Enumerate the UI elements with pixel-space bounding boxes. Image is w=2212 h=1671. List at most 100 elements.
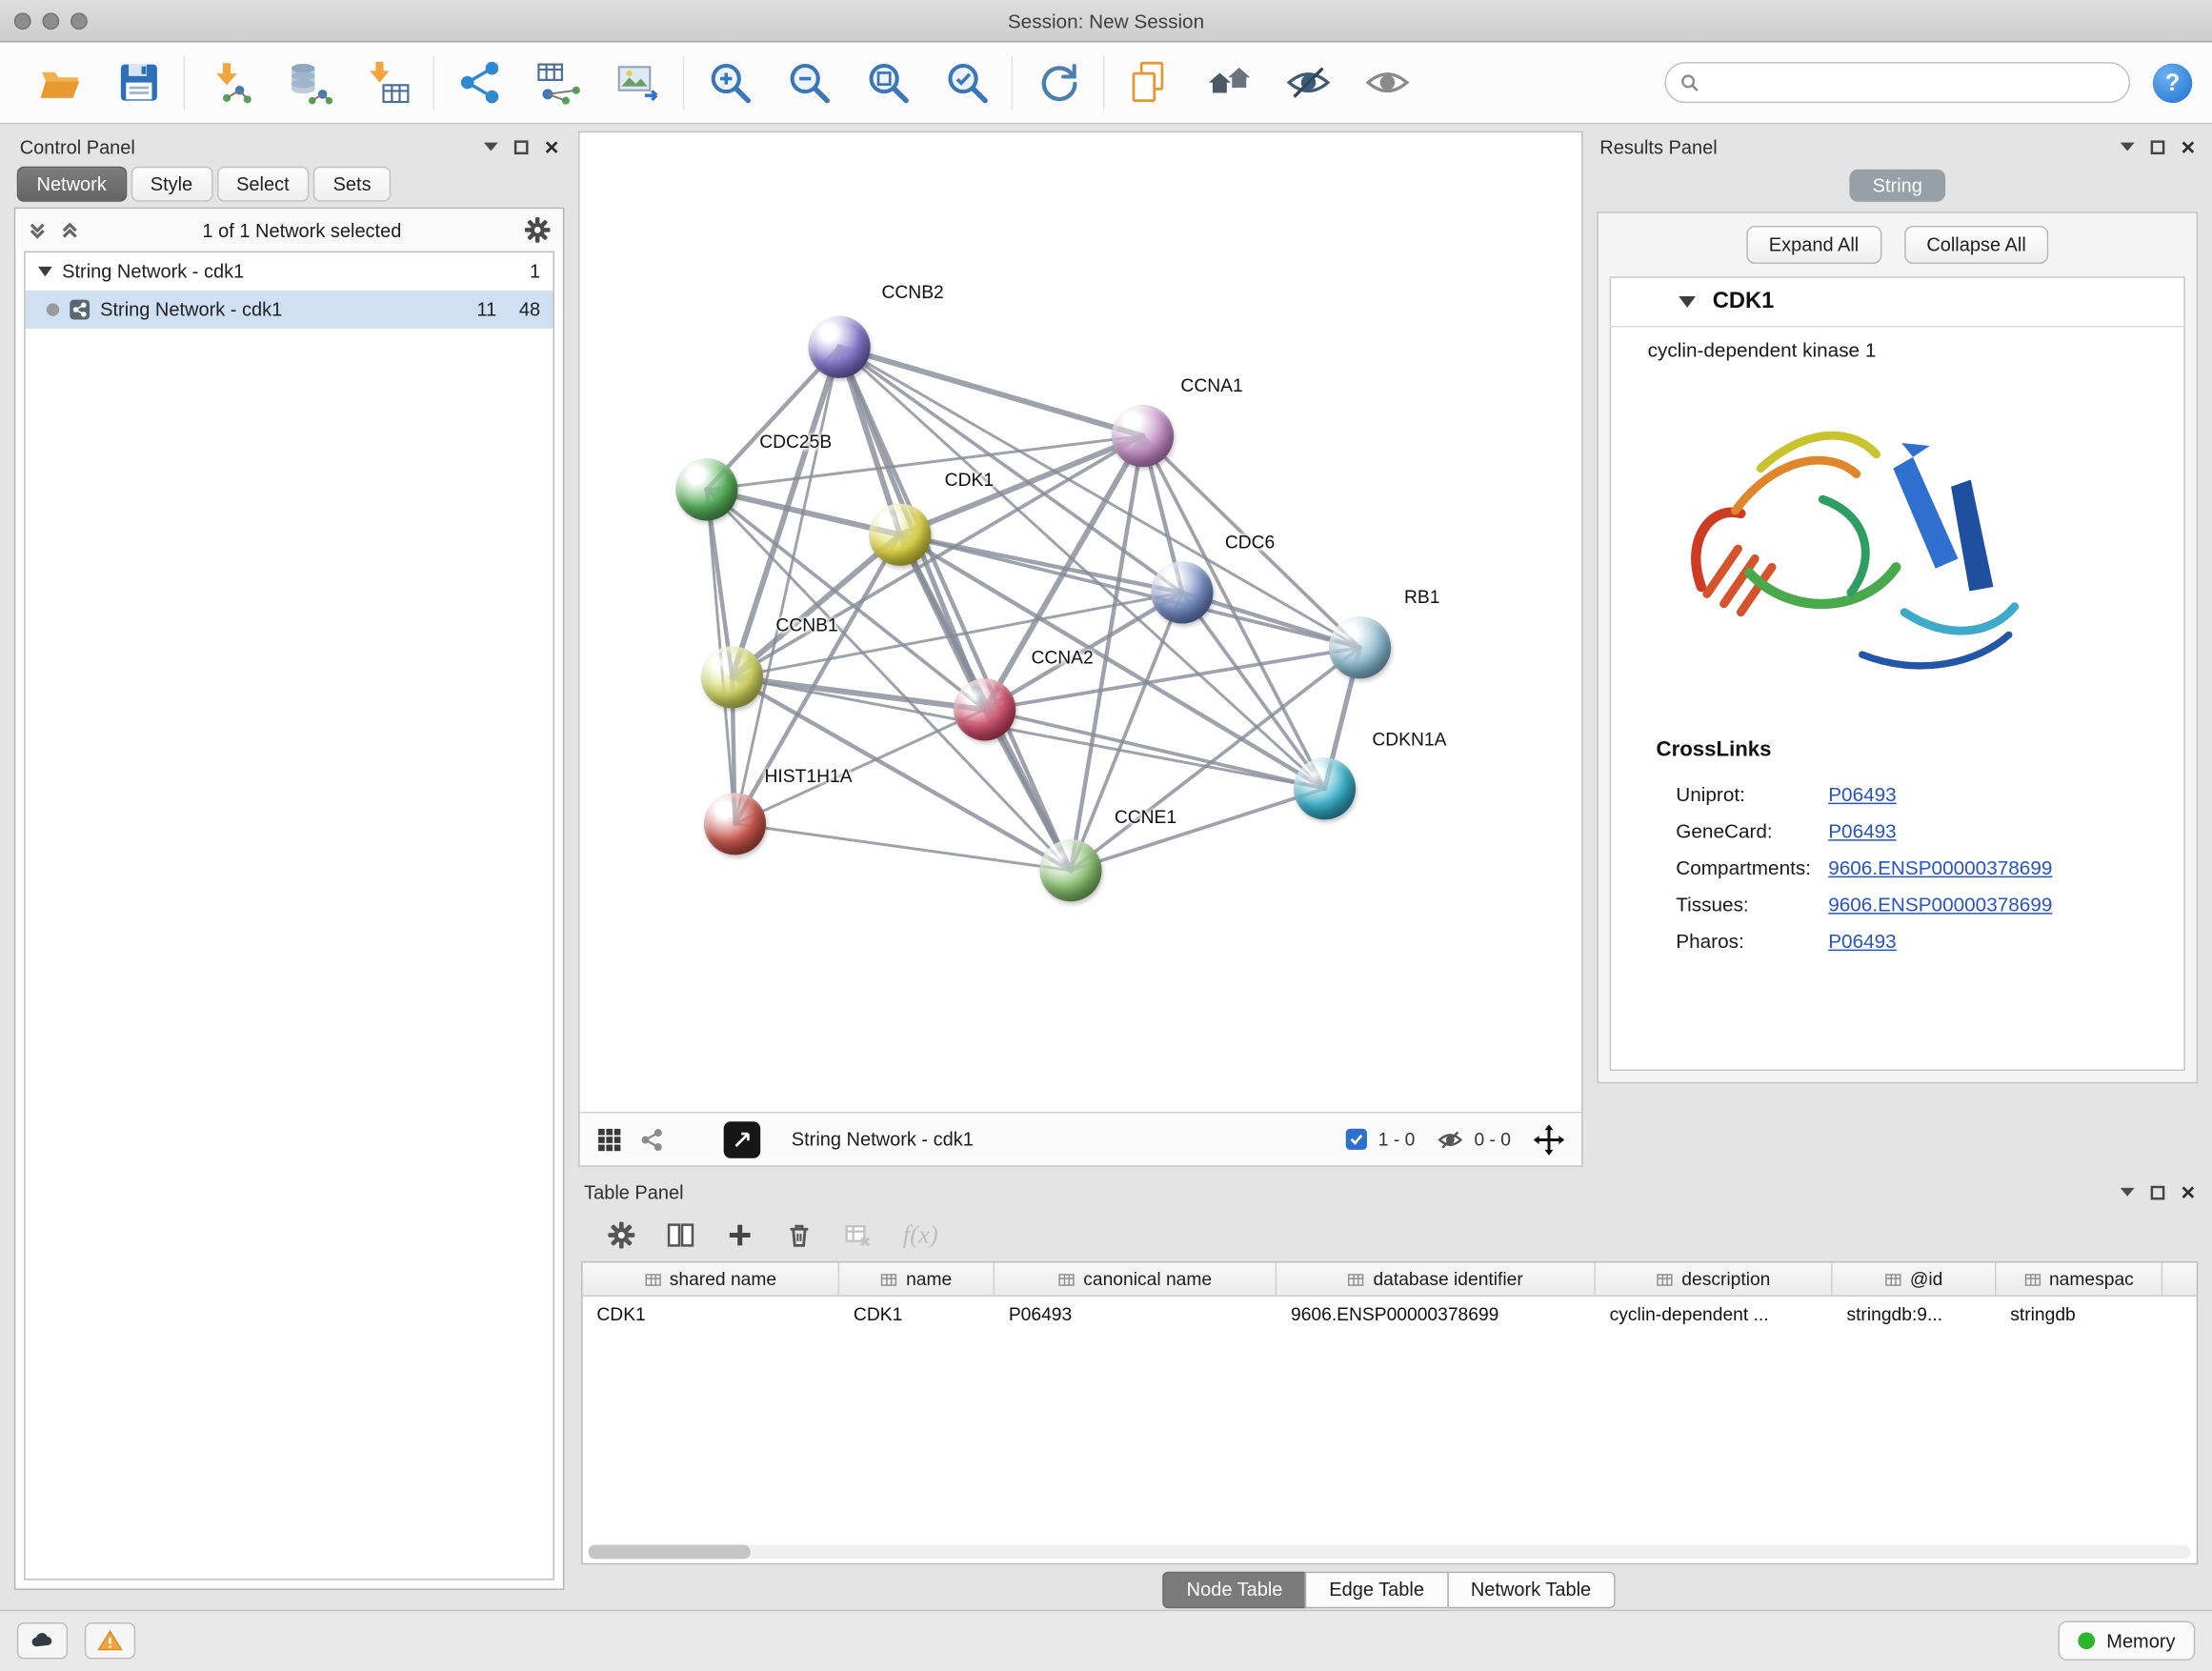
node-CCNB1[interactable] (701, 646, 763, 708)
network-collection-row[interactable]: String Network - cdk1 1 (26, 252, 553, 291)
collapse-all-tree-icon[interactable] (27, 219, 48, 240)
node-CDKN1A[interactable] (1294, 757, 1356, 819)
table-cell: P06493 (995, 1303, 1277, 1324)
crosslink-link[interactable]: P06493 (1828, 819, 1896, 842)
create-column-icon[interactable] (725, 1219, 754, 1249)
results-panel-header: Results Panel × (1594, 131, 2201, 163)
network-options-gear-icon[interactable] (523, 216, 552, 245)
node-HIST1H1A[interactable] (704, 793, 766, 855)
selected-nodes-icon[interactable] (1346, 1129, 1367, 1150)
panel-menu-icon[interactable] (484, 143, 498, 151)
node-CCNA1[interactable] (1112, 405, 1174, 467)
collapse-section-icon[interactable] (1679, 296, 1696, 308)
node-CDC25B[interactable] (675, 458, 737, 520)
table-options-gear-icon[interactable] (607, 1219, 636, 1249)
column-header-shared-name[interactable]: shared name (583, 1262, 840, 1295)
panel-menu-icon[interactable] (2121, 1188, 2135, 1197)
crosslink-link[interactable]: 9606.ENSP00000378699 (1828, 893, 2052, 916)
close-panel-icon[interactable]: × (2182, 1180, 2196, 1204)
column-header-canonical-name[interactable]: canonical name (995, 1262, 1277, 1295)
network-canvas[interactable]: CCNB2CCNA1CDC25BCDK1CDC6RB1CCNB1CCNA2CDK… (580, 132, 1581, 1112)
delete-column-icon[interactable] (784, 1219, 814, 1249)
network-view-mode-icon[interactable] (639, 1126, 665, 1152)
panel-menu-icon[interactable] (2121, 143, 2135, 151)
close-panel-icon[interactable]: × (545, 134, 559, 158)
zoom-fit-icon[interactable] (860, 55, 914, 109)
tab-network-table[interactable]: Network Table (1447, 1571, 1616, 1608)
collection-expand-icon[interactable] (38, 267, 52, 276)
show-all-icon[interactable] (1360, 55, 1414, 109)
import-network-database-icon[interactable] (282, 55, 335, 109)
column-header-namespac[interactable]: namespac (1996, 1262, 2162, 1295)
memory-button[interactable]: Memory (2059, 1621, 2195, 1661)
zoom-out-icon[interactable] (781, 55, 835, 109)
save-session-icon[interactable] (111, 55, 165, 109)
grid-view-icon[interactable] (596, 1126, 622, 1152)
network-from-table-icon[interactable] (532, 55, 585, 109)
expand-all-tree-icon[interactable] (59, 219, 80, 240)
float-panel-icon[interactable] (2150, 1184, 2165, 1199)
network-view: CCNB2CCNA1CDC25BCDK1CDC6RB1CCNB1CCNA2CDK… (578, 131, 1582, 1167)
cloud-status-icon[interactable] (17, 1622, 68, 1660)
float-panel-icon[interactable] (513, 139, 529, 154)
search-input[interactable] (1664, 62, 2130, 103)
help-icon[interactable]: ? (2153, 63, 2192, 102)
node-CCNE1[interactable] (1039, 839, 1101, 901)
export-image-icon[interactable] (611, 55, 664, 109)
main-toolbar: ? (0, 42, 2212, 124)
tab-select[interactable]: Select (216, 167, 309, 202)
crosslink-row: Compartments:9606.ENSP00000378699 (1657, 849, 2164, 886)
first-neighbors-icon[interactable] (1202, 55, 1256, 109)
node-CDC6[interactable] (1151, 561, 1213, 623)
zoom-in-icon[interactable] (702, 55, 755, 109)
tab-network[interactable]: Network (17, 167, 127, 202)
warning-icon[interactable] (85, 1622, 135, 1660)
network-row-selected[interactable]: String Network - cdk1 11 48 (26, 291, 553, 329)
move-view-icon[interactable] (1534, 1124, 1565, 1156)
crosslink-label: Tissues: (1657, 893, 1829, 916)
import-network-file-icon[interactable] (203, 55, 256, 109)
close-panel-icon[interactable]: × (2182, 134, 2196, 158)
copy-icon[interactable] (1123, 55, 1176, 109)
horizontal-scrollbar[interactable] (589, 1544, 2191, 1559)
collapse-all-button[interactable]: Collapse All (1904, 226, 2049, 264)
column-header-description[interactable]: description (1596, 1262, 1833, 1295)
node-RB1[interactable] (1329, 616, 1391, 678)
new-network-icon[interactable] (452, 55, 506, 109)
network-view-title: String Network - cdk1 (792, 1129, 974, 1150)
tab-sets[interactable]: Sets (313, 167, 391, 202)
search-field[interactable] (1708, 72, 2114, 93)
table-row[interactable]: CDK1CDK1P064939606.ENSP00000378699cyclin… (583, 1297, 2197, 1332)
column-header-database-identifier[interactable]: database identifier (1277, 1262, 1596, 1295)
tab-style[interactable]: Style (131, 167, 212, 202)
node-label-HIST1H1A: HIST1H1A (765, 765, 853, 786)
node-CDK1[interactable] (869, 504, 931, 566)
window-title: Session: New Session (0, 10, 2212, 32)
crosslink-link[interactable]: P06493 (1828, 783, 1896, 806)
tab-string[interactable]: String (1850, 170, 1945, 202)
open-session-icon[interactable] (32, 55, 86, 109)
tab-edge-table[interactable]: Edge Table (1305, 1571, 1448, 1608)
tab-node-table[interactable]: Node Table (1162, 1571, 1306, 1608)
expand-all-button[interactable]: Expand All (1746, 226, 1881, 264)
show-columns-icon[interactable] (666, 1219, 695, 1249)
minimize-window-icon[interactable] (42, 12, 59, 30)
hide-selected-icon[interactable] (1281, 55, 1335, 109)
import-table-file-icon[interactable] (361, 55, 414, 109)
scrollbar-thumb[interactable] (589, 1544, 751, 1559)
zoom-selected-icon[interactable] (939, 55, 993, 109)
birds-eye-view-icon[interactable] (724, 1121, 761, 1158)
maximize-window-icon[interactable] (70, 12, 88, 30)
close-window-icon[interactable] (14, 12, 31, 30)
node-CCNB2[interactable] (809, 316, 871, 378)
protein-card-header[interactable]: CDK1 (1611, 278, 2183, 328)
crosslink-link[interactable]: P06493 (1828, 930, 1896, 953)
node-CCNA2[interactable] (954, 678, 1016, 740)
refresh-icon[interactable] (1032, 55, 1085, 109)
hidden-elements-icon[interactable] (1438, 1126, 1463, 1152)
float-panel-icon[interactable] (2150, 139, 2165, 154)
node-label-CCNB1: CCNB1 (775, 614, 837, 635)
column-header-@id[interactable]: @id (1833, 1262, 1997, 1295)
column-header-name[interactable]: name (839, 1262, 995, 1295)
crosslink-link[interactable]: 9606.ENSP00000378699 (1828, 856, 2052, 879)
